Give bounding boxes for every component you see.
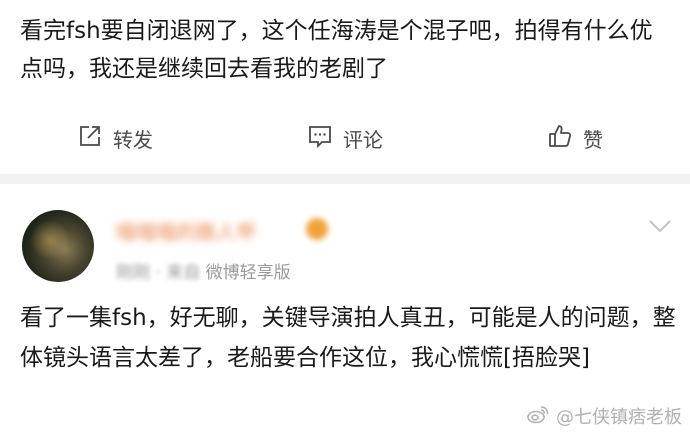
post-text: 看完fsh要自闭退网了，这个任海涛是个混子吧，拍得有什么优点吗，我还是继续回去看… [20,18,653,82]
avatar-image [30,220,70,260]
chevron-down-icon[interactable] [646,216,674,236]
comment-icon [307,123,333,154]
avatar[interactable] [22,210,94,282]
comment-button[interactable]: 评论 [230,112,460,164]
like-label: 赞 [583,127,603,152]
watermark: @七侠镇痞老板 [526,403,682,429]
like-button[interactable]: 赞 [460,112,690,164]
section-separator [0,174,690,184]
watermark-text: @七侠镇痞老板 [556,407,682,428]
vip-badge-icon [306,218,328,240]
comment-label: 评论 [343,127,383,152]
repost-label: 转发 [113,127,153,152]
action-bar: 转发 评论 赞 [0,112,690,164]
comment-text: 看了一集fsh，好无聊，关键导演拍人真丑，可能是人的问题，整体镜头语言太差了，老… [20,305,676,371]
like-icon [547,123,573,154]
repost-icon [77,123,103,154]
repost-button[interactable]: 转发 [0,112,230,164]
comment-meta: 刚刚 · 来自 微博轻享版 [116,258,291,283]
comment-username[interactable]: 喵喵喵的路人甲 [116,216,256,245]
weibo-icon [526,404,550,429]
comment-timestamp: 刚刚 · 来自 [116,263,201,283]
comment-source: 微博轻享版 [205,263,291,283]
